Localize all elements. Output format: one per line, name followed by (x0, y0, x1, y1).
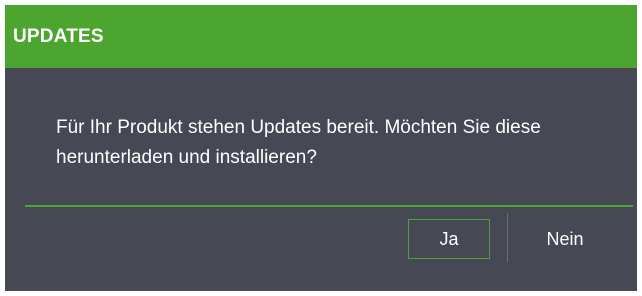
dialog-title: UPDATES (13, 25, 104, 47)
button-separator (507, 213, 508, 262)
dialog-message: Für Ihr Produkt stehen Updates bereit. M… (56, 117, 541, 168)
update-dialog: UPDATES Für Ihr Produkt stehen Updates b… (5, 5, 637, 291)
no-button[interactable]: Nein (520, 219, 610, 259)
divider (25, 205, 633, 207)
yes-button[interactable]: Ja (408, 219, 490, 259)
dialog-titlebar: UPDATES (5, 5, 637, 68)
